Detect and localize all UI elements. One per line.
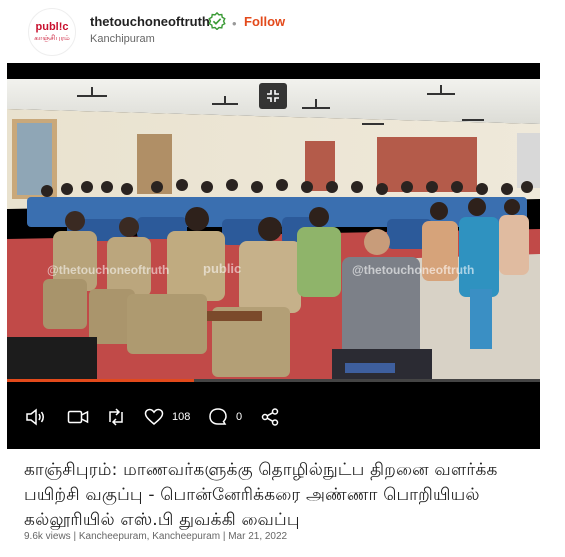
action-bar: 108 0	[7, 385, 540, 449]
video-camera-icon	[67, 410, 89, 424]
watermark-right: @thetouchoneoftruth	[352, 263, 475, 277]
share-icon	[261, 408, 279, 426]
repost-button[interactable]	[106, 407, 126, 427]
avatar-brand: publ!c	[35, 21, 69, 33]
video-frame	[7, 79, 540, 381]
post-meta: 9.6k views | Kancheepuram, Kancheepuram …	[24, 531, 288, 542]
speaker-icon	[26, 408, 44, 426]
location-label: Kanchipuram	[90, 33, 155, 45]
collapse-icon	[267, 90, 279, 102]
repost-icon	[109, 408, 123, 426]
camera-button[interactable]	[67, 407, 89, 427]
like-count: 108	[172, 411, 191, 423]
comment-icon	[209, 408, 227, 425]
progress-fill	[7, 379, 194, 382]
username[interactable]: thetouchoneoftruth	[90, 14, 210, 29]
follow-button[interactable]: Follow	[244, 14, 285, 29]
share-button[interactable]	[261, 407, 279, 427]
watermark-left: @thetouchoneoftruth	[47, 263, 170, 277]
volume-button[interactable]	[25, 407, 47, 427]
comment-count: 0	[236, 411, 243, 423]
exit-fullscreen-button[interactable]	[259, 83, 287, 109]
post-title[interactable]: காஞ்சிபுரம்: மாணவர்களுக்கு தொழில்நுட்ப த…	[24, 458, 544, 533]
like-button[interactable]: 108	[144, 407, 190, 427]
separator-dot: •	[232, 16, 237, 31]
heart-icon	[144, 408, 164, 425]
watermark-center: public	[203, 261, 242, 276]
avatar-subtext: காஞ்சிபுரம்	[34, 35, 70, 42]
verified-icon	[208, 12, 226, 30]
progress-bar[interactable]	[7, 379, 540, 382]
post-header: publ!c காஞ்சிபுரம் thetouchoneoftruth • …	[24, 8, 544, 56]
comment-button[interactable]: 0	[208, 407, 242, 427]
avatar[interactable]: publ!c காஞ்சிபுரம்	[28, 8, 76, 56]
video-player[interactable]: @thetouchoneoftruth public @thetouchoneo…	[7, 63, 540, 385]
